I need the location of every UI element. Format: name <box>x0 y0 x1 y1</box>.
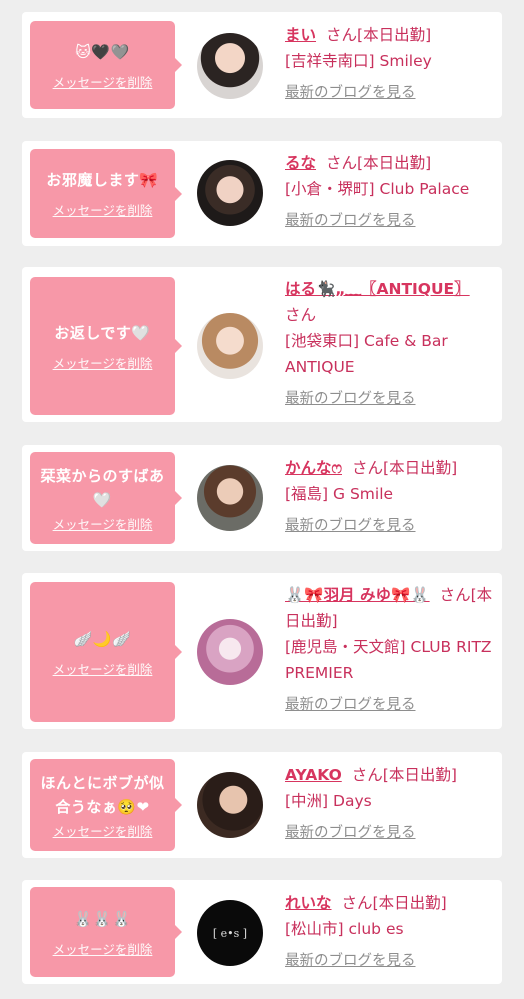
honorific: さん <box>439 586 471 604</box>
message-bubble: 🐱🖤🩶 メッセージを削除 <box>30 21 182 109</box>
delete-message-link[interactable]: メッセージを削除 <box>53 200 153 219</box>
delete-message-link[interactable]: メッセージを削除 <box>53 659 153 678</box>
message-text: お返しです🤍 <box>54 323 151 342</box>
avatar[interactable] <box>197 313 263 379</box>
shop-location: [池袋東口] Cafe & Bar ANTIQUE <box>285 332 448 376</box>
message-text: ほんとにボブが似合うなぁ🥺❤ <box>40 773 165 816</box>
delete-message-link[interactable]: メッセージを削除 <box>53 939 153 958</box>
message-bubble: 🪽🌙🪽 メッセージを削除 <box>30 582 182 722</box>
honorific: さん <box>351 766 383 784</box>
message-bubble: ほんとにボブが似合うなぁ🥺❤ メッセージを削除 <box>30 759 182 851</box>
message-card: 🪽🌙🪽 メッセージを削除 🐰🎀羽月 みゆ🎀🐰 さん[本日出勤] [鹿児島・天文館]… <box>22 573 502 729</box>
message-card: ほんとにボブが似合うなぁ🥺❤ メッセージを削除 AYAKO さん[本日出勤] [中… <box>22 752 502 858</box>
shop-location: [小倉・堺町] Club Palace <box>285 180 470 198</box>
avatar[interactable] <box>197 33 263 99</box>
profile-name-link[interactable]: はる🐈‍⬛„﹏〖ANTIQUE〗 <box>285 280 470 298</box>
honorific: さん <box>352 459 384 477</box>
delete-message-link[interactable]: メッセージを削除 <box>53 514 153 533</box>
honorific: さん <box>326 154 358 172</box>
honorific: さん <box>341 894 373 912</box>
avatar[interactable] <box>197 772 263 838</box>
shop-logo: [ e•s ] <box>213 927 247 940</box>
message-text: 栞菜からのすばあ🤍 <box>40 466 165 509</box>
message-bubble: お返しです🤍 メッセージを削除 <box>30 277 182 415</box>
profile-info: かんなෆ さん[本日出勤] [福島] G Smile 最新のブログを見る <box>285 455 495 536</box>
profile-name-link[interactable]: まい <box>285 26 316 44</box>
latest-blog-link[interactable]: 最新のブログを見る <box>285 211 495 231</box>
profile-name-link[interactable]: AYAKO <box>285 766 342 784</box>
avatar[interactable] <box>197 465 263 531</box>
work-status: [本日出勤] <box>382 766 457 784</box>
shop-location: [松山市] club es <box>285 920 404 938</box>
latest-blog-link[interactable]: 最新のブログを見る <box>285 516 495 536</box>
latest-blog-link[interactable]: 最新のブログを見る <box>285 695 495 715</box>
message-text: 🐱🖤🩶 <box>75 42 130 61</box>
profile-info: はる🐈‍⬛„﹏〖ANTIQUE〗 さん [池袋東口] Cafe & Bar AN… <box>285 276 495 409</box>
profile-name-link[interactable]: かんなෆ <box>285 459 342 477</box>
latest-blog-link[interactable]: 最新のブログを見る <box>285 823 495 843</box>
work-status: [本日出勤] <box>372 894 447 912</box>
shop-location: [福島] G Smile <box>285 485 394 503</box>
message-card: 🐱🖤🩶 メッセージを削除 まい さん[本日出勤] [吉祥寺南口] Smiley 最… <box>22 12 502 118</box>
shop-location: [鹿児島・天文館] CLUB RITZ PREMIER <box>285 638 492 682</box>
work-status: [本日出勤] <box>383 459 458 477</box>
delete-message-link[interactable]: メッセージを削除 <box>53 821 153 840</box>
avatar[interactable] <box>197 160 263 226</box>
message-bubble: お邪魔します🎀 メッセージを削除 <box>30 149 182 238</box>
message-text: 🐰🐰🐰 <box>73 909 132 928</box>
delete-message-link[interactable]: メッセージを削除 <box>53 353 153 372</box>
message-card: お返しです🤍 メッセージを削除 はる🐈‍⬛„﹏〖ANTIQUE〗 さん [池袋東… <box>22 267 502 422</box>
latest-blog-link[interactable]: 最新のブログを見る <box>285 389 495 409</box>
message-list: 🐱🖤🩶 メッセージを削除 まい さん[本日出勤] [吉祥寺南口] Smiley 最… <box>0 0 524 999</box>
honorific: さん <box>326 26 358 44</box>
profile-info: るな さん[本日出勤] [小倉・堺町] Club Palace 最新のブログを見る <box>285 150 495 231</box>
work-status: [本日出勤] <box>357 154 432 172</box>
message-text: お邪魔します🎀 <box>46 171 159 189</box>
avatar[interactable]: [ e•s ] <box>197 900 263 966</box>
profile-name-link[interactable]: れいな <box>285 894 332 912</box>
message-bubble: 栞菜からのすばあ🤍 メッセージを削除 <box>30 452 182 544</box>
profile-name-link[interactable]: 🐰🎀羽月 みゆ🎀🐰 <box>285 586 430 604</box>
shop-location: [中洲] Days <box>285 792 372 810</box>
latest-blog-link[interactable]: 最新のブログを見る <box>285 83 495 103</box>
profile-name-link[interactable]: るな <box>285 154 316 172</box>
message-text: 🪽🌙🪽 <box>73 629 132 648</box>
delete-message-link[interactable]: メッセージを削除 <box>53 72 153 91</box>
svg-text:[ e•s ]: [ e•s ] <box>213 927 247 940</box>
profile-info: まい さん[本日出勤] [吉祥寺南口] Smiley 最新のブログを見る <box>285 22 495 103</box>
profile-info: AYAKO さん[本日出勤] [中洲] Days 最新のブログを見る <box>285 762 495 843</box>
message-card: 栞菜からのすばあ🤍 メッセージを削除 かんなෆ さん[本日出勤] [福島] G S… <box>22 445 502 551</box>
shop-location: [吉祥寺南口] Smiley <box>285 52 432 70</box>
message-card: 🐰🐰🐰 メッセージを削除 [ e•s ] れいな さん[本日出勤] [松山市] c… <box>22 880 502 984</box>
honorific: さん <box>285 306 317 324</box>
latest-blog-link[interactable]: 最新のブログを見る <box>285 951 495 971</box>
message-bubble: 🐰🐰🐰 メッセージを削除 <box>30 887 182 977</box>
work-status: [本日出勤] <box>357 26 432 44</box>
avatar[interactable] <box>197 619 263 685</box>
profile-info: れいな さん[本日出勤] [松山市] club es 最新のブログを見る <box>285 890 495 971</box>
message-card: お邪魔します🎀 メッセージを削除 るな さん[本日出勤] [小倉・堺町] Club… <box>22 141 502 246</box>
profile-info: 🐰🎀羽月 みゆ🎀🐰 さん[本日出勤] [鹿児島・天文館] CLUB RITZ PR… <box>285 582 495 715</box>
